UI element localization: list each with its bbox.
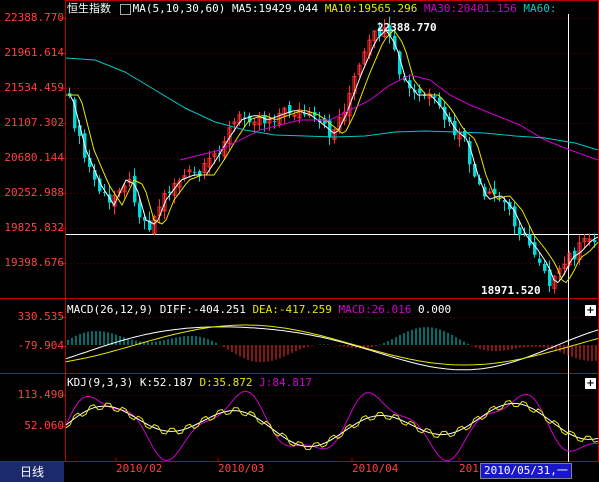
macd-extra-value: 0.000 <box>418 303 452 316</box>
candle-body <box>138 202 142 218</box>
x-tick-3: 2010/04 <box>352 462 399 475</box>
y-tick-kdj-1: 113.490 <box>17 388 64 401</box>
ma60-line <box>65 57 599 151</box>
x-tick-4: 201 <box>459 462 479 475</box>
candle-body <box>593 240 597 243</box>
kdj-header: KDJ(9,3,3) K:52.187 D:35.872 J:84.817 <box>67 377 312 389</box>
ma60-value: MA60: <box>523 2 557 15</box>
y-tick-main-6: 20252.988 <box>4 186 64 199</box>
candle-body <box>292 114 297 117</box>
candle-body <box>193 171 197 173</box>
plus-icon[interactable]: + <box>585 305 596 316</box>
kdj-k-line <box>65 402 599 448</box>
high-price-annotation: 22388.770 <box>377 21 437 34</box>
y-tick-main-3: 21534.459 <box>4 81 64 94</box>
kdj-k-value: K:52.187 <box>139 376 193 389</box>
macd-diff-line <box>65 326 599 371</box>
y-tick-kdj-2: 52.060 <box>24 419 64 432</box>
macd-diff-value: DIFF:-404.251 <box>159 303 246 316</box>
macd-macd-value: MACD:26.016 <box>338 303 412 316</box>
kdj-d-value: D:35.872 <box>199 376 253 389</box>
candle-body <box>198 171 202 175</box>
macd-label: MACD(26,12,9) <box>67 303 154 316</box>
low-price-annotation: 18971.520 <box>481 284 541 297</box>
candle-body <box>273 121 277 123</box>
ma5-line <box>66 29 599 284</box>
candle-body <box>538 258 542 263</box>
y-tick-main-8: 19398.676 <box>4 256 64 269</box>
y-tick-main-2: 21961.614 <box>4 46 64 59</box>
ma-settings-icon[interactable] <box>119 3 131 15</box>
kdj-label: KDJ(9,3,3) <box>67 376 134 389</box>
ma10-line <box>66 29 599 284</box>
y-tick-main-4: 21107.302 <box>4 116 64 129</box>
ma10-value: MA10:19565.296 <box>324 2 418 15</box>
kdj-j-value: J:84.817 <box>259 376 313 389</box>
candle-body <box>133 175 137 203</box>
ma30-value: MA30:20401.156 <box>424 2 517 15</box>
plus-icon[interactable]: + <box>585 378 596 389</box>
ma5-value: MA5:19429.044 <box>231 2 319 15</box>
kdj-d-line <box>65 400 599 451</box>
candle-body <box>487 191 492 194</box>
cursor-date-box: 2010/05/31,一 <box>480 463 572 479</box>
macd-header: MACD(26,12,9) DIFF:-404.251 DEA:-417.259… <box>67 304 451 316</box>
x-tick-2: 2010/03 <box>218 462 265 475</box>
candle-body <box>73 99 77 129</box>
main-header: 恒生指数 MA(5,10,30,60) MA5:19429.044 MA10:1… <box>67 3 557 15</box>
y-tick-main-1: 22388.770 <box>4 11 64 24</box>
candle-body <box>473 163 477 177</box>
y-tick-main-5: 20680.144 <box>4 151 64 164</box>
tab-daily[interactable]: 日线 <box>0 462 64 482</box>
y-tick-macd-1: 330.535 <box>17 310 64 323</box>
index-title: 恒生指数 <box>67 2 111 15</box>
chart-canvas[interactable] <box>0 0 599 482</box>
ma-label: MA(5,10,30,60) <box>132 2 226 15</box>
candle-body <box>543 263 547 272</box>
x-tick-1: 2010/02 <box>116 462 163 475</box>
y-tick-macd-2: -79.904 <box>17 339 64 352</box>
candle-body <box>518 227 522 236</box>
stock-chart-window: 恒生指数 MA(5,10,30,60) MA5:19429.044 MA10:1… <box>0 0 599 482</box>
ma30-line <box>179 74 599 161</box>
macd-dea-value: DEA:-417.259 <box>252 303 332 316</box>
y-tick-main-7: 19825.832 <box>4 221 64 234</box>
